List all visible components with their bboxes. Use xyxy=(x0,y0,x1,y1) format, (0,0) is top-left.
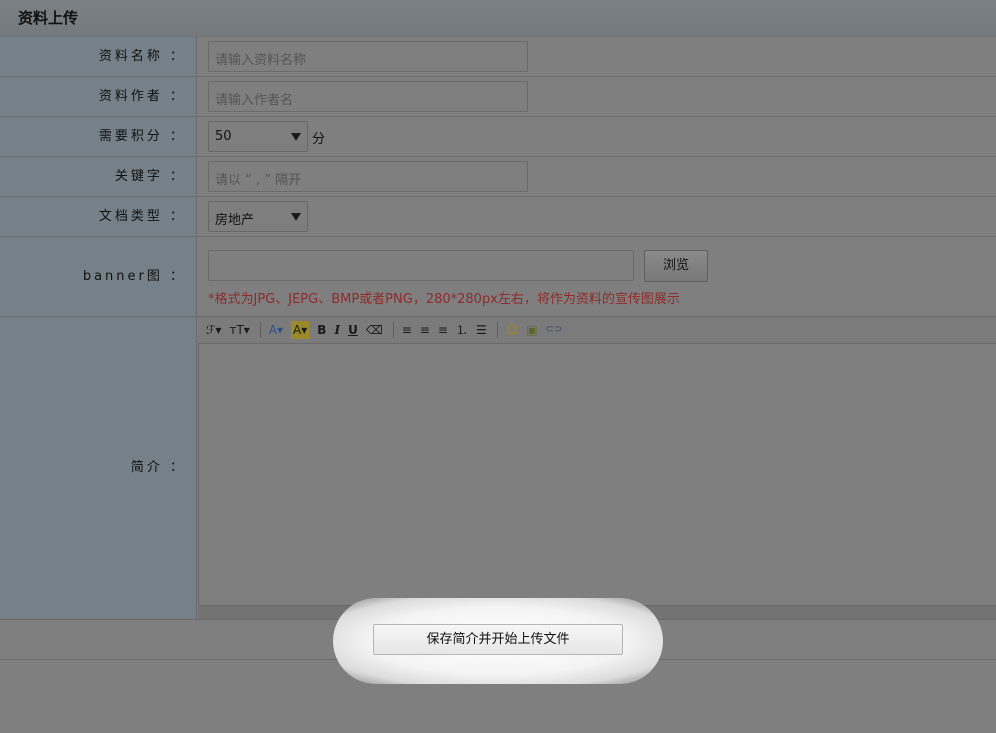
keywords-input[interactable]: 请以 “ , ” 隔开 xyxy=(208,161,528,192)
toolbar-divider xyxy=(392,322,394,338)
row-intro: 简介 ： ℱ▾ ᴛT▾ A▾ A▾ B I U ⌫ ≡ ≡ ≡ ⒈ ☰ ☺ ▣ … xyxy=(0,317,996,620)
author-label: 资料作者 ： xyxy=(0,77,197,116)
author-input[interactable]: 请输入作者名 xyxy=(208,81,528,112)
align-center-icon[interactable]: ≡ xyxy=(420,321,430,339)
intro-label: 简介 ： xyxy=(0,317,197,619)
highlight-color-icon[interactable]: A▾ xyxy=(291,321,310,339)
chevron-down-icon xyxy=(291,213,301,221)
italic-icon[interactable]: I xyxy=(334,321,340,339)
font-family-icon[interactable]: ℱ▾ xyxy=(206,321,221,339)
name-label: 资料名称 ： xyxy=(0,37,197,76)
chevron-down-icon xyxy=(291,133,301,141)
keywords-label: 关键字 ： xyxy=(0,157,197,196)
emoji-icon[interactable]: ☺ xyxy=(506,321,519,339)
banner-file-input[interactable] xyxy=(208,250,634,281)
font-color-icon[interactable]: A▾ xyxy=(269,321,283,339)
toolbar-divider xyxy=(259,322,261,338)
row-author: 资料作者 ： 请输入作者名 xyxy=(0,77,996,117)
row-keywords: 关键字 ： 请以 “ , ” 隔开 xyxy=(0,157,996,197)
doctype-value: 房地产 xyxy=(215,213,255,228)
ordered-list-icon[interactable]: ⒈ xyxy=(456,321,468,339)
rich-text-editor: ℱ▾ ᴛT▾ A▾ A▾ B I U ⌫ ≡ ≡ ≡ ⒈ ☰ ☺ ▣ ⊂⊃ ⇳ xyxy=(198,317,996,619)
save-and-upload-button[interactable]: 保存简介并开始上传文件 xyxy=(373,624,623,655)
banner-hint: *格式为JPG、JEPG、BMP或者PNG，280*280px左右，将作为资料的… xyxy=(208,292,680,307)
page-header: 资料上传 xyxy=(0,0,996,37)
name-input[interactable]: 请输入资料名称 xyxy=(208,41,528,72)
align-left-icon[interactable]: ≡ xyxy=(402,321,412,339)
font-size-icon[interactable]: ᴛT▾ xyxy=(229,321,249,339)
editor-textarea[interactable] xyxy=(198,344,996,606)
doctype-select[interactable]: 房地产 xyxy=(208,201,308,232)
points-label: 需要积分 ： xyxy=(0,117,197,156)
image-icon[interactable]: ▣ xyxy=(526,321,537,339)
bold-icon[interactable]: B xyxy=(317,321,326,339)
row-points: 需要积分 ： 50 分 xyxy=(0,117,996,157)
doctype-label: 文档类型 ： xyxy=(0,197,197,236)
banner-label: banner图 ： xyxy=(0,237,197,316)
points-select[interactable]: 50 xyxy=(208,121,308,152)
row-name: 资料名称 ： 请输入资料名称 xyxy=(0,37,996,77)
browse-button[interactable]: 浏览 xyxy=(644,250,708,282)
page-title: 资料上传 xyxy=(18,9,79,27)
points-value: 50 xyxy=(215,129,232,144)
link-icon[interactable]: ⊂⊃ xyxy=(546,321,563,339)
toolbar-divider xyxy=(496,322,498,338)
align-right-icon[interactable]: ≡ xyxy=(438,321,448,339)
underline-icon[interactable]: U xyxy=(348,321,358,339)
row-doctype: 文档类型 ： 房地产 xyxy=(0,197,996,237)
eraser-icon[interactable]: ⌫ xyxy=(366,321,383,339)
editor-toolbar: ℱ▾ ᴛT▾ A▾ A▾ B I U ⌫ ≡ ≡ ≡ ⒈ ☰ ☺ ▣ ⊂⊃ xyxy=(198,317,996,344)
points-unit: 分 xyxy=(312,132,326,147)
unordered-list-icon[interactable]: ☰ xyxy=(476,321,487,339)
row-banner: banner图 ： 浏览 *格式为JPG、JEPG、BMP或者PNG，280*2… xyxy=(0,237,996,317)
